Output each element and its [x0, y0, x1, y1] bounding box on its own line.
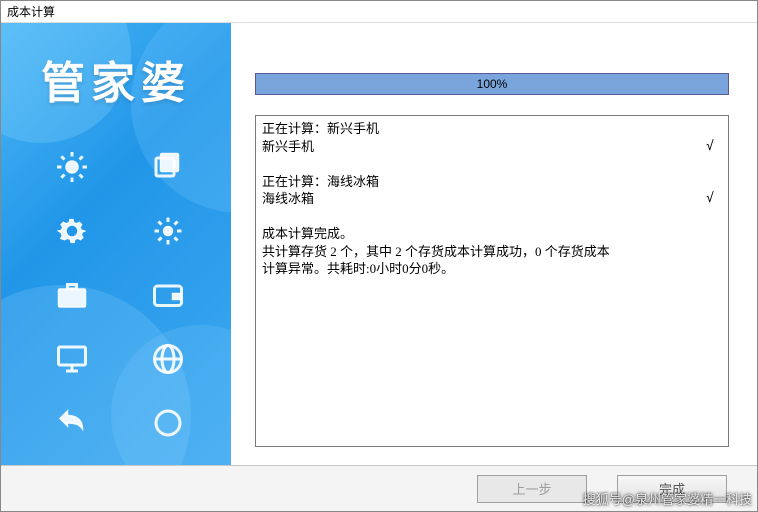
- log-line: 计算异常。共耗时:0小时0分0秒。: [262, 260, 722, 278]
- main-panel: 100% 正在计算：新兴手机新兴手机√ 正在计算：海线冰箱海线冰箱√ 成本计算完…: [231, 23, 757, 465]
- footer: 上一步 完成: [1, 465, 757, 511]
- gear-small-icon: [144, 207, 192, 255]
- progress-label: 100%: [256, 74, 728, 94]
- log-line: 海线冰箱√: [262, 190, 722, 208]
- log-line: 新兴手机√: [262, 138, 722, 156]
- brand-text: 管家婆: [1, 47, 231, 111]
- sun-icon: [48, 143, 96, 191]
- log-line: 共计算存货 2 个，其中 2 个存货成本计算成功，0 个存货成本: [262, 243, 722, 261]
- log-line: 正在计算：新兴手机: [262, 120, 722, 138]
- globe-icon: [144, 335, 192, 383]
- circle-icon: [144, 399, 192, 447]
- prev-button[interactable]: 上一步: [477, 475, 587, 503]
- app-window: 成本计算 管家婆: [0, 0, 758, 512]
- window-title: 成本计算: [1, 1, 757, 23]
- sidebar-icons: [41, 143, 211, 465]
- undo-icon: [48, 399, 96, 447]
- sidebar: 管家婆: [1, 23, 231, 465]
- progress-bar: 100%: [255, 73, 729, 95]
- monitor-icon: [48, 335, 96, 383]
- log-line: [262, 155, 722, 173]
- gear-icon: [48, 207, 96, 255]
- log-line: [262, 208, 722, 226]
- log-output: 正在计算：新兴手机新兴手机√ 正在计算：海线冰箱海线冰箱√ 成本计算完成。共计算…: [255, 115, 729, 447]
- log-line: 成本计算完成。: [262, 225, 722, 243]
- bar-chart-icon: [48, 463, 96, 465]
- briefcase-icon: [48, 271, 96, 319]
- stack-icon: [144, 143, 192, 191]
- content-area: 管家婆 100%: [1, 23, 757, 465]
- wallet-icon: [144, 271, 192, 319]
- done-button[interactable]: 完成: [617, 475, 727, 503]
- blank-icon: [144, 463, 192, 465]
- log-line: 正在计算：海线冰箱: [262, 173, 722, 191]
